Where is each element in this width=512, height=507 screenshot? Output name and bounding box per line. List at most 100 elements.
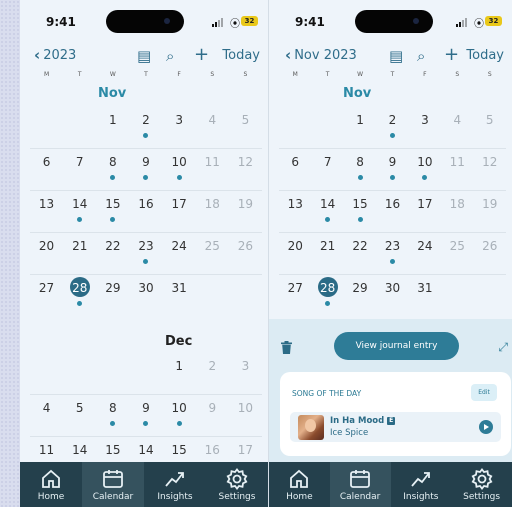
- day-number: 4: [208, 113, 217, 127]
- calendar-day[interactable]: 6: [279, 148, 311, 190]
- calendar-day[interactable]: 21: [311, 232, 343, 274]
- calendar-day[interactable]: 10: [163, 148, 196, 190]
- tab-calendar[interactable]: Calendar: [329, 462, 391, 507]
- calendar-day[interactable]: 30: [129, 274, 162, 316]
- day-number: 8: [356, 155, 364, 169]
- calendar-day-selected[interactable]: 28: [311, 274, 343, 316]
- calendar-day[interactable]: 22: [344, 232, 376, 274]
- calendar-day[interactable]: 2: [129, 106, 162, 148]
- calendar-day[interactable]: 9: [196, 394, 229, 436]
- calendar-day[interactable]: 1: [163, 352, 196, 394]
- tab-home[interactable]: Home: [269, 462, 330, 507]
- today-button[interactable]: Today: [466, 48, 504, 63]
- calendar-day[interactable]: 7: [311, 148, 343, 190]
- calendar-day[interactable]: 10: [409, 148, 441, 190]
- tab-calendar[interactable]: Calendar: [82, 462, 144, 507]
- calendar-day[interactable]: 23: [129, 232, 162, 274]
- calendar-day[interactable]: 11: [196, 148, 229, 190]
- calendar-day[interactable]: 16: [376, 190, 408, 232]
- calendar-day[interactable]: 31: [409, 274, 441, 316]
- view-journal-entry-button[interactable]: View journal entry: [334, 332, 459, 360]
- song-row[interactable]: In Ha Mood E Ice Spice: [290, 412, 501, 442]
- calendar-day[interactable]: 14: [63, 190, 96, 232]
- calendar-day[interactable]: 26: [474, 232, 506, 274]
- add-icon[interactable]: +: [444, 44, 459, 65]
- calendar-day[interactable]: 4: [441, 106, 473, 148]
- calendar-day[interactable]: 4: [196, 106, 229, 148]
- calendar-day[interactable]: 13: [279, 190, 311, 232]
- calendar-day[interactable]: 5: [474, 106, 506, 148]
- calendar-day[interactable]: 19: [474, 190, 506, 232]
- calendar-day[interactable]: 19: [229, 190, 262, 232]
- calendar-day[interactable]: 18: [196, 190, 229, 232]
- search-icon[interactable]: ⌕: [166, 47, 174, 65]
- tab-home[interactable]: Home: [20, 462, 82, 507]
- day-number: 15: [105, 443, 121, 457]
- back-button[interactable]: ‹ Nov 2023: [285, 48, 357, 64]
- tab-insights[interactable]: Insights: [391, 462, 452, 507]
- calendar-day[interactable]: 30: [376, 274, 408, 316]
- calendar-day[interactable]: 8: [344, 148, 376, 190]
- calendar-day[interactable]: 20: [279, 232, 311, 274]
- calendar-day[interactable]: 14: [311, 190, 343, 232]
- song-artist: Ice Spice: [330, 428, 369, 438]
- calendar-day[interactable]: 9: [129, 148, 162, 190]
- calendar-day[interactable]: 9: [129, 394, 162, 436]
- calendar-day[interactable]: 2: [376, 106, 408, 148]
- search-icon[interactable]: ⌕: [417, 47, 425, 65]
- calendar-day[interactable]: 10: [163, 394, 196, 436]
- calendar-day[interactable]: 12: [474, 148, 506, 190]
- calendar-day[interactable]: 29: [96, 274, 129, 316]
- calendar-day[interactable]: 15: [344, 190, 376, 232]
- calendar-day[interactable]: 25: [196, 232, 229, 274]
- calendar-day[interactable]: 29: [344, 274, 376, 316]
- calendar-day[interactable]: 8: [96, 394, 129, 436]
- edit-button[interactable]: Edit: [471, 384, 497, 401]
- trash-icon[interactable]: [281, 339, 292, 358]
- calendar-day[interactable]: 15: [96, 190, 129, 232]
- calendar-day[interactable]: 21: [63, 232, 96, 274]
- list-view-icon[interactable]: ▤: [389, 47, 403, 65]
- calendar-day[interactable]: 13: [30, 190, 63, 232]
- calendar-day[interactable]: 23: [376, 232, 408, 274]
- tab-settings[interactable]: Settings: [451, 462, 512, 507]
- calendar-day[interactable]: 27: [30, 274, 63, 316]
- calendar-day[interactable]: 1: [344, 106, 376, 148]
- calendar-day[interactable]: 12: [229, 148, 262, 190]
- calendar-day[interactable]: 11: [441, 148, 473, 190]
- tab-settings[interactable]: Settings: [206, 462, 268, 507]
- calendar-day[interactable]: 20: [30, 232, 63, 274]
- back-button[interactable]: ‹ 2023: [34, 48, 76, 64]
- calendar-day[interactable]: 5: [63, 394, 96, 436]
- calendar-day[interactable]: 24: [163, 232, 196, 274]
- calendar-day[interactable]: 18: [441, 190, 473, 232]
- calendar-day[interactable]: 17: [409, 190, 441, 232]
- calendar-day[interactable]: 7: [63, 148, 96, 190]
- calendar-day[interactable]: 3: [229, 352, 262, 394]
- tab-insights[interactable]: Insights: [144, 462, 206, 507]
- calendar-day[interactable]: 5: [229, 106, 262, 148]
- calendar-day[interactable]: 10: [229, 394, 262, 436]
- calendar-day[interactable]: 17: [163, 190, 196, 232]
- calendar-day[interactable]: 1: [96, 106, 129, 148]
- calendar-day[interactable]: 3: [163, 106, 196, 148]
- calendar-day[interactable]: 31: [163, 274, 196, 316]
- calendar-day[interactable]: 9: [376, 148, 408, 190]
- calendar-day[interactable]: 22: [96, 232, 129, 274]
- calendar-day[interactable]: 4: [30, 394, 63, 436]
- calendar-day[interactable]: 6: [30, 148, 63, 190]
- calendar-day[interactable]: 25: [441, 232, 473, 274]
- calendar-day[interactable]: 8: [96, 148, 129, 190]
- add-icon[interactable]: +: [194, 44, 209, 65]
- list-view-icon[interactable]: ▤: [137, 47, 151, 65]
- expand-icon[interactable]: ⤢: [498, 340, 508, 355]
- calendar-day[interactable]: 16: [129, 190, 162, 232]
- calendar-day[interactable]: 3: [409, 106, 441, 148]
- calendar-day[interactable]: 27: [279, 274, 311, 316]
- calendar-day[interactable]: 26: [229, 232, 262, 274]
- today-button[interactable]: Today: [222, 48, 260, 63]
- calendar-day[interactable]: 24: [409, 232, 441, 274]
- play-icon[interactable]: [479, 420, 493, 434]
- calendar-day[interactable]: 2: [196, 352, 229, 394]
- calendar-day-selected[interactable]: 28: [63, 274, 96, 316]
